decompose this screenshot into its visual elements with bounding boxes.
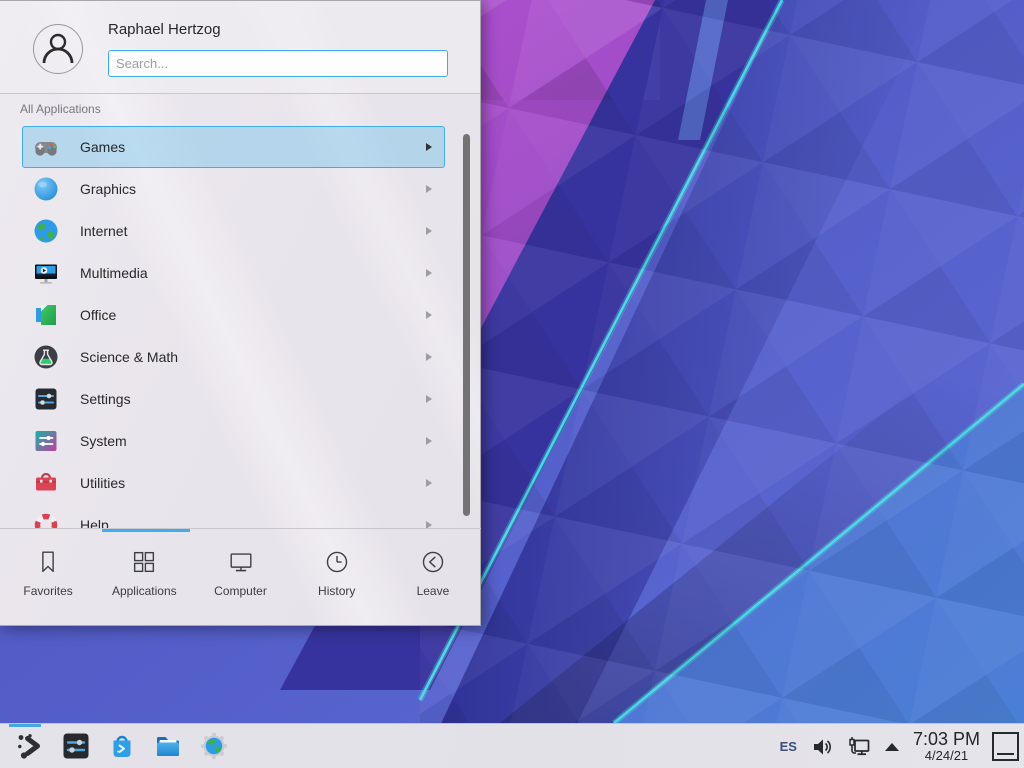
expand-tray-button[interactable] [885,743,899,751]
application-launcher-menu: Raphael Hertzog All Applications Games [0,0,481,626]
tab-label: Leave [417,584,450,598]
tab-label: History [318,584,355,598]
keyboard-layout-indicator[interactable]: ES [780,739,797,754]
network-button[interactable] [847,735,871,759]
category-label: Games [80,139,125,155]
applications-icon [130,548,158,576]
show-desktop-icon [997,753,1014,755]
user-avatar-icon [36,27,80,71]
category-label: System [80,433,127,449]
category-row-system[interactable]: System [22,420,445,462]
category-row-settings[interactable]: Settings [22,378,445,420]
volume-button[interactable] [811,736,833,758]
tab-label: Computer [214,584,267,598]
graphics-icon [32,175,60,203]
menu-scrollbar[interactable] [463,134,470,516]
user-name: Raphael Hertzog [108,21,221,38]
tab-label: Applications [112,584,177,598]
category-row-utilities[interactable]: Utilities [22,462,445,504]
chevron-right-icon [426,185,432,193]
chevron-right-icon [426,521,432,528]
chevron-right-icon [426,269,432,277]
section-label: All Applications [20,102,101,116]
category-row-science-math[interactable]: Science & Math [22,336,445,378]
settings-icon [32,385,60,413]
chevron-right-icon [426,479,432,487]
tab-leave[interactable]: Leave [385,529,481,627]
multimedia-icon [32,259,60,287]
category-row-games[interactable]: Games [22,126,445,168]
utilities-icon [32,469,60,497]
category-label: Help [80,517,109,528]
application-category-list: Games Graphics [0,123,481,528]
menu-tab-bar: Favorites Applications Computer [0,528,481,627]
chevron-right-icon [426,311,432,319]
category-row-internet[interactable]: Internet [22,210,445,252]
help-icon [32,511,60,528]
tab-applications[interactable]: Applications [96,529,192,627]
discover-icon [106,730,138,762]
digital-clock[interactable]: 7:03 PM 4/24/21 [913,730,980,763]
show-desktop-button[interactable] [992,732,1019,761]
office-icon [32,301,60,329]
tab-history[interactable]: History [289,529,385,627]
category-label: Office [80,307,116,323]
category-label: Settings [80,391,131,407]
tab-favorites[interactable]: Favorites [0,529,96,627]
clock-date: 4/24/21 [913,749,980,763]
volume-icon [811,736,833,758]
history-icon [323,548,351,576]
category-row-office[interactable]: Office [22,294,445,336]
category-label: Graphics [80,181,136,197]
expand-tray-icon [885,743,899,751]
computer-icon [227,548,255,576]
chevron-right-icon [426,353,432,361]
network-icon [847,735,871,759]
taskbar-panel: ES [0,723,1024,768]
system-tray: ES [780,724,1024,768]
category-label: Internet [80,223,127,239]
category-row-help[interactable]: Help [22,504,445,528]
category-label: Multimedia [80,265,148,281]
category-label: Science & Math [80,349,178,365]
chevron-right-icon [426,143,432,151]
tab-label: Favorites [23,584,72,598]
internet-icon [32,217,60,245]
science-math-icon [32,343,60,371]
web-browser-button[interactable] [198,730,230,762]
launcher-active-indicator [9,724,41,727]
favorites-icon [34,548,62,576]
chevron-right-icon [426,227,432,235]
system-icon [32,427,60,455]
search-input[interactable] [108,50,448,77]
games-icon [32,133,60,161]
system-settings-button[interactable] [60,730,92,762]
clock-time: 7:03 PM [913,730,980,749]
category-label: Utilities [80,475,125,491]
leave-icon [419,548,447,576]
chevron-right-icon [426,437,432,445]
tab-computer[interactable]: Computer [192,529,288,627]
file-manager-button[interactable] [152,730,184,762]
application-launcher-icon [14,730,46,762]
application-launcher-button[interactable] [14,730,46,762]
system-settings-icon [60,730,92,762]
menu-header: Raphael Hertzog [0,1,480,94]
category-row-graphics[interactable]: Graphics [22,168,445,210]
discover-button[interactable] [106,730,138,762]
user-avatar[interactable] [33,24,83,74]
file-manager-icon [152,730,184,762]
chevron-right-icon [426,395,432,403]
desktop: Raphael Hertzog All Applications Games [0,0,1024,768]
category-row-multimedia[interactable]: Multimedia [22,252,445,294]
web-browser-icon [198,730,230,762]
